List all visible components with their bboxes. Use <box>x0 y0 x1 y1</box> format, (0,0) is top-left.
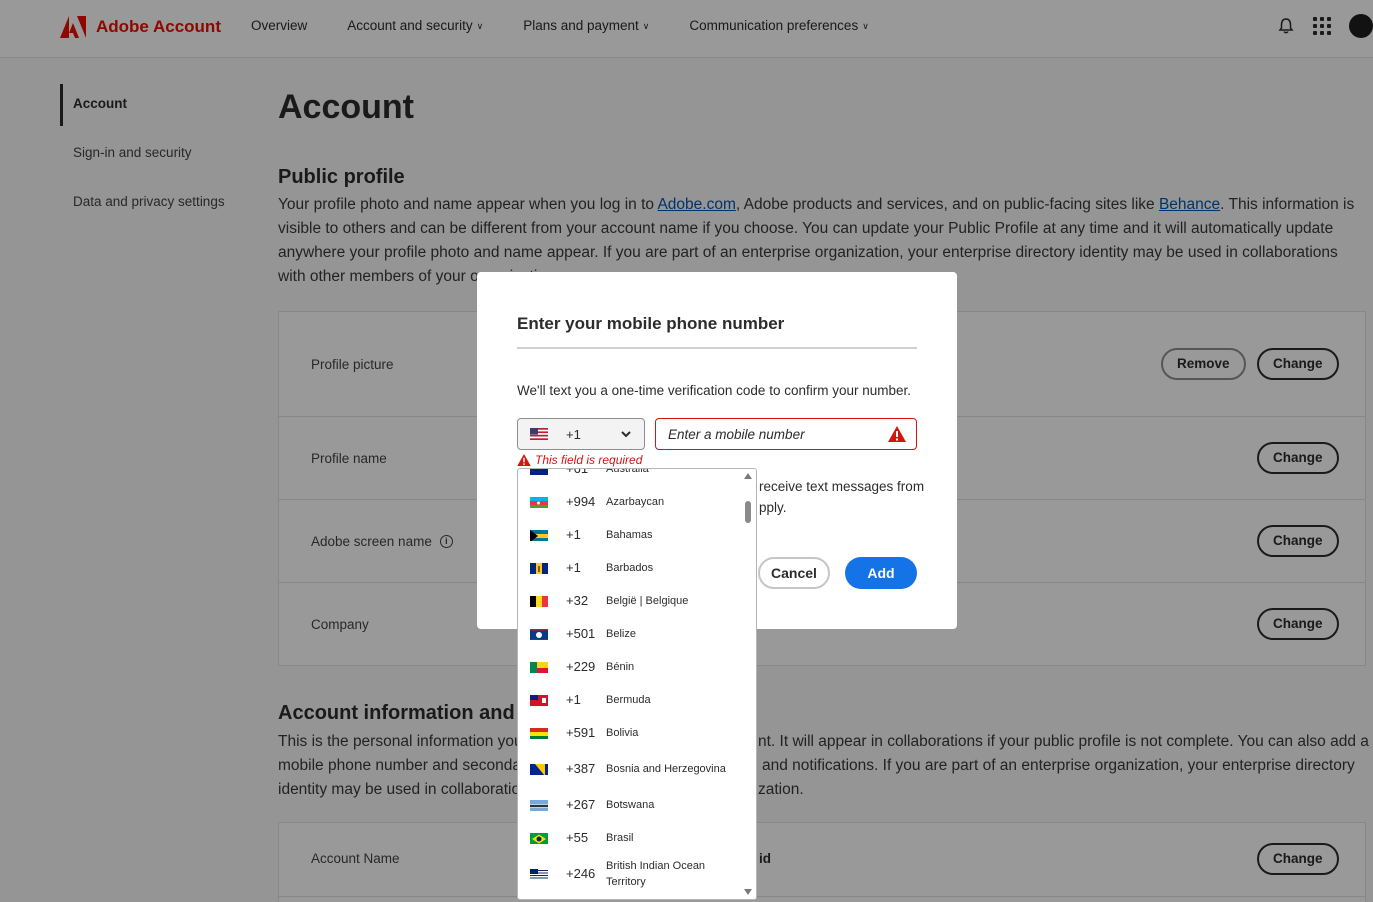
country-dial-code: +1 <box>566 692 581 707</box>
country-dial-code: +61 <box>566 468 589 476</box>
country-name: Bahamas <box>606 528 653 541</box>
country-option[interactable]: +501 Belize <box>518 617 740 650</box>
country-code-select[interactable]: +1 <box>517 418 645 450</box>
flag-bb-icon <box>530 562 548 574</box>
flag-bm-icon <box>530 694 548 706</box>
country-name: Azarbaycan <box>606 495 665 508</box>
country-dial-code: +501 <box>566 626 596 641</box>
flag-au-icon <box>530 469 548 475</box>
country-name: Barbados <box>606 561 654 574</box>
flag-be-icon <box>530 595 548 607</box>
scroll-up-arrow-icon[interactable] <box>744 473 752 479</box>
country-option[interactable]: +1 Bahamas <box>518 518 740 551</box>
dialog-divider <box>517 347 917 349</box>
country-name: British Indian Ocean Territory <box>606 859 706 888</box>
dialog-description: We'll text you a one-time verification c… <box>517 383 912 398</box>
country-option[interactable]: +994 Azarbaycan <box>518 485 740 518</box>
country-option[interactable]: +591 Bolivia <box>518 716 740 749</box>
country-option[interactable]: +1 Bermuda <box>518 683 740 716</box>
country-option[interactable]: +267 Botswana <box>518 788 740 821</box>
country-option[interactable]: +387 Bosnia and Herzegovina <box>518 749 740 788</box>
phone-number-placeholder: Enter a mobile number <box>668 426 805 442</box>
country-name: Botswana <box>606 798 655 811</box>
country-dial-code: +267 <box>566 797 596 812</box>
country-option[interactable]: +1 Barbados <box>518 551 740 584</box>
alert-icon <box>888 426 906 442</box>
flag-bs-icon <box>530 529 548 541</box>
country-name: Bolivia <box>606 726 639 739</box>
country-name: België | Belgique <box>606 594 689 607</box>
country-dial-code: +246 <box>566 866 596 881</box>
flag-io-icon <box>530 868 548 880</box>
phone-error-message: This field is required <box>517 453 642 467</box>
country-name: Brasil <box>606 831 634 844</box>
dialog-title: Enter your mobile phone number <box>517 314 785 333</box>
country-dial-code: +387 <box>566 761 596 776</box>
alert-icon <box>517 454 531 466</box>
cancel-button[interactable]: Cancel <box>758 557 830 589</box>
phone-number-input[interactable]: Enter a mobile number <box>655 418 917 450</box>
country-name: Bénin <box>606 660 635 673</box>
country-dial-code: +994 <box>566 494 596 509</box>
country-code-listbox[interactable]: +61 Australia +994 Azarbaycan +1 Bahamas +1 Bar… <box>517 468 757 900</box>
country-code-value: +1 <box>566 426 581 442</box>
country-option[interactable]: +61 Australia <box>518 468 740 485</box>
flag-bw-icon <box>530 799 548 811</box>
flag-bz-icon <box>530 628 548 640</box>
country-dial-code: +1 <box>566 560 581 575</box>
error-text: This field is required <box>535 453 643 467</box>
country-option[interactable]: +55 Brasil <box>518 821 740 854</box>
country-list: +61 Australia +994 Azarbaycan +1 Bahamas +1 Bar… <box>518 468 740 893</box>
flag-ba-icon <box>530 763 548 775</box>
consent-line-1: receive text messages from <box>759 479 925 494</box>
country-dial-code: +229 <box>566 659 596 674</box>
flag-br-icon <box>530 832 548 844</box>
country-dial-code: +32 <box>566 593 589 608</box>
country-dial-code: +591 <box>566 725 596 740</box>
country-option[interactable]: +229 Bénin <box>518 650 740 683</box>
sms-consent-text: receive text messages from pply. <box>759 476 929 518</box>
add-button[interactable]: Add <box>845 557 917 589</box>
country-name: Australia <box>606 468 649 475</box>
us-flag-icon <box>530 428 548 440</box>
listbox-scrollbar[interactable] <box>740 469 756 899</box>
country-name: Belize <box>606 627 636 640</box>
country-name: Bosnia and Herzegovina <box>606 762 726 775</box>
flag-az-icon <box>530 496 548 508</box>
chevron-down-icon <box>621 431 631 438</box>
country-option[interactable]: +246 British Indian Ocean Territory <box>518 854 740 893</box>
country-dial-code: +1 <box>566 527 581 542</box>
country-dial-code: +55 <box>566 830 589 845</box>
flag-bj-icon <box>530 661 548 673</box>
country-option[interactable]: +32 België | Belgique <box>518 584 740 617</box>
country-name: Bermuda <box>606 693 651 706</box>
flag-bo-icon <box>530 727 548 739</box>
scroll-thumb[interactable] <box>745 501 751 523</box>
consent-line-2: pply. <box>759 500 787 515</box>
scroll-down-arrow-icon[interactable] <box>744 889 752 895</box>
